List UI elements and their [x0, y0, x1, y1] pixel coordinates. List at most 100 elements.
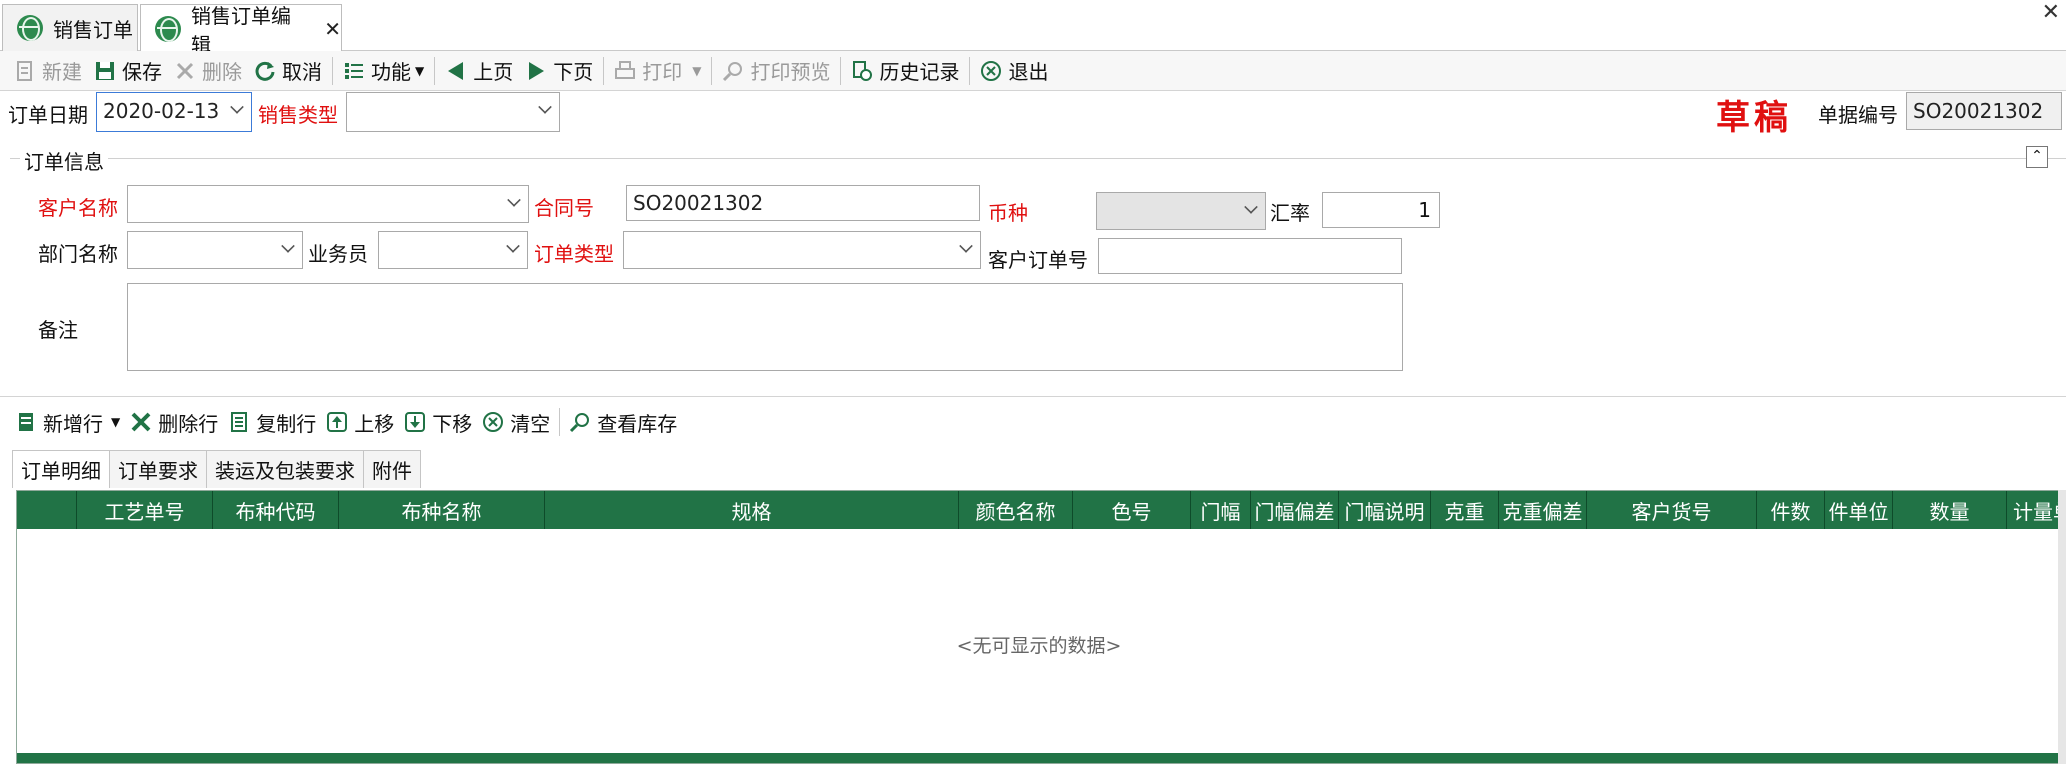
- grid-column-header[interactable]: 门幅说明: [1339, 491, 1431, 529]
- subtab-label: 订单明细: [21, 459, 101, 483]
- grid-header: 工艺单号 布种代码 布种名称 规格 颜色名称 色号 门幅 门幅偏差 门幅说明 克…: [17, 491, 2061, 529]
- subtab-order-requirements[interactable]: 订单要求: [109, 450, 207, 488]
- clear-button[interactable]: 清空: [477, 408, 555, 437]
- subtab-attachments[interactable]: 附件: [363, 450, 421, 488]
- magnifier-icon: [569, 411, 591, 433]
- tab-sales-order-edit[interactable]: 销售订单编辑 ✕: [140, 4, 342, 57]
- grid-column-header[interactable]: 计量单: [2007, 491, 2061, 529]
- order-detail-grid[interactable]: 工艺单号 布种代码 布种名称 规格 颜色名称 色号 门幅 门幅偏差 门幅说明 克…: [16, 490, 2061, 764]
- cancel-button[interactable]: 取消: [248, 54, 328, 88]
- tab-sales-order[interactable]: 销售订单: [2, 4, 138, 51]
- order-date-label: 订单日期: [8, 103, 88, 127]
- subtab-shipping-packing[interactable]: 装运及包装要求: [206, 450, 364, 488]
- exit-button[interactable]: 退出: [974, 54, 1054, 88]
- dropdown-caret-icon: ▼: [111, 415, 121, 429]
- function-menu-button[interactable]: 功能 ▼: [337, 54, 430, 88]
- contract-value: SO20021302: [633, 191, 764, 215]
- grid-column-header[interactable]: 门幅偏差: [1251, 491, 1339, 529]
- grid-column-header[interactable]: 客户货号: [1587, 491, 1757, 529]
- subtab-label: 订单要求: [118, 459, 198, 483]
- subtab-label: 附件: [372, 459, 412, 483]
- divider: [0, 396, 2066, 397]
- contract-input[interactable]: SO20021302: [626, 185, 980, 221]
- view-stock-button[interactable]: 查看库存: [564, 408, 682, 437]
- toolbar-separator: [969, 56, 971, 85]
- rate-input[interactable]: 1: [1322, 192, 1440, 228]
- new-document-icon: [14, 60, 36, 82]
- currency-label: 币种: [988, 201, 1028, 225]
- grid-column-header[interactable]: 克重: [1431, 491, 1499, 529]
- print-button[interactable]: 打印 ▼: [608, 54, 707, 88]
- dept-select[interactable]: [127, 231, 303, 269]
- move-down-icon: [404, 411, 426, 433]
- new-button[interactable]: 新建: [8, 54, 88, 88]
- toolbar-separator: [840, 56, 842, 85]
- chevron-down-icon: [506, 239, 520, 253]
- chevron-down-icon: [538, 100, 552, 114]
- doc-no-value: SO20021302: [1913, 99, 2044, 123]
- history-button[interactable]: 历史记录: [845, 54, 965, 88]
- currency-select[interactable]: [1096, 192, 1266, 230]
- move-up-button[interactable]: 上移: [321, 408, 399, 437]
- delete-row-button[interactable]: 删除行: [125, 408, 223, 437]
- window-close-icon[interactable]: ✕: [2042, 0, 2060, 25]
- remark-textarea[interactable]: [127, 283, 1403, 371]
- sale-type-select[interactable]: [346, 92, 560, 132]
- group-title: 订单信息: [20, 146, 108, 175]
- salesman-label: 业务员: [308, 242, 368, 266]
- prev-page-button[interactable]: 上页: [439, 54, 519, 88]
- order-type-select[interactable]: [623, 231, 981, 269]
- clear-circle-x-icon: [482, 411, 504, 433]
- toolbar-separator: [332, 56, 333, 85]
- refresh-icon: [254, 60, 276, 82]
- grid-column-header[interactable]: 颜色名称: [959, 491, 1073, 529]
- copy-row-button[interactable]: 复制行: [223, 408, 321, 437]
- print-preview-button[interactable]: 打印预览: [716, 54, 836, 88]
- grid-column-header[interactable]: 规格: [545, 491, 959, 529]
- toolbar-separator: [711, 56, 713, 85]
- grid-column-header[interactable]: [17, 491, 77, 529]
- delete-button[interactable]: 删除: [168, 54, 248, 88]
- grid-column-header[interactable]: 布种名称: [339, 491, 545, 529]
- add-row-button[interactable]: 新增行 ▼: [10, 408, 125, 437]
- preview-label: 打印预览: [750, 60, 831, 84]
- move-down-button[interactable]: 下移: [399, 408, 477, 437]
- grid-column-header[interactable]: 件单位: [1825, 491, 1893, 529]
- chevron-down-icon: [230, 100, 244, 114]
- collapse-icon[interactable]: ⌃: [2026, 146, 2048, 168]
- add-row-icon: [15, 411, 37, 433]
- grid-column-header[interactable]: 工艺单号: [77, 491, 213, 529]
- chevron-down-icon: [281, 239, 295, 253]
- toolbar-separator: [603, 56, 605, 85]
- grid-column-header[interactable]: 数量: [1893, 491, 2007, 529]
- delete-row-label: 删除行: [158, 411, 219, 436]
- save-button[interactable]: 保存: [88, 54, 168, 88]
- copy-icon: [228, 411, 250, 433]
- salesman-select[interactable]: [378, 231, 528, 269]
- grid-column-header[interactable]: 布种代码: [213, 491, 339, 529]
- printer-icon: [614, 60, 636, 82]
- empty-grid-message: <无可显示的数据>: [956, 635, 1122, 657]
- grid-column-header[interactable]: 色号: [1073, 491, 1191, 529]
- tab-label: 销售订单编辑: [191, 3, 291, 57]
- doc-no-label: 单据编号: [1818, 103, 1898, 127]
- subtab-order-detail[interactable]: 订单明细: [12, 450, 110, 488]
- customer-select[interactable]: [127, 185, 529, 223]
- dept-label: 部门名称: [38, 242, 118, 266]
- grid-column-header[interactable]: 件数: [1757, 491, 1825, 529]
- new-label: 新建: [42, 60, 82, 84]
- vertical-scrollbar[interactable]: [2058, 490, 2066, 764]
- save-label: 保存: [122, 60, 162, 84]
- chevron-down-icon: [507, 193, 521, 207]
- grid-column-header[interactable]: 克重偏差: [1499, 491, 1587, 529]
- rate-label: 汇率: [1270, 201, 1310, 225]
- customer-label: 客户名称: [38, 196, 118, 220]
- grid-column-header[interactable]: 门幅: [1191, 491, 1251, 529]
- order-date-picker[interactable]: 2020-02-13: [96, 92, 252, 132]
- next-page-button[interactable]: 下页: [519, 54, 599, 88]
- add-row-label: 新增行: [43, 411, 103, 436]
- copy-row-label: 复制行: [256, 411, 317, 436]
- cust-order-input[interactable]: [1098, 238, 1402, 274]
- close-icon[interactable]: ✕: [324, 17, 341, 41]
- dropdown-caret-icon: ▼: [692, 63, 702, 78]
